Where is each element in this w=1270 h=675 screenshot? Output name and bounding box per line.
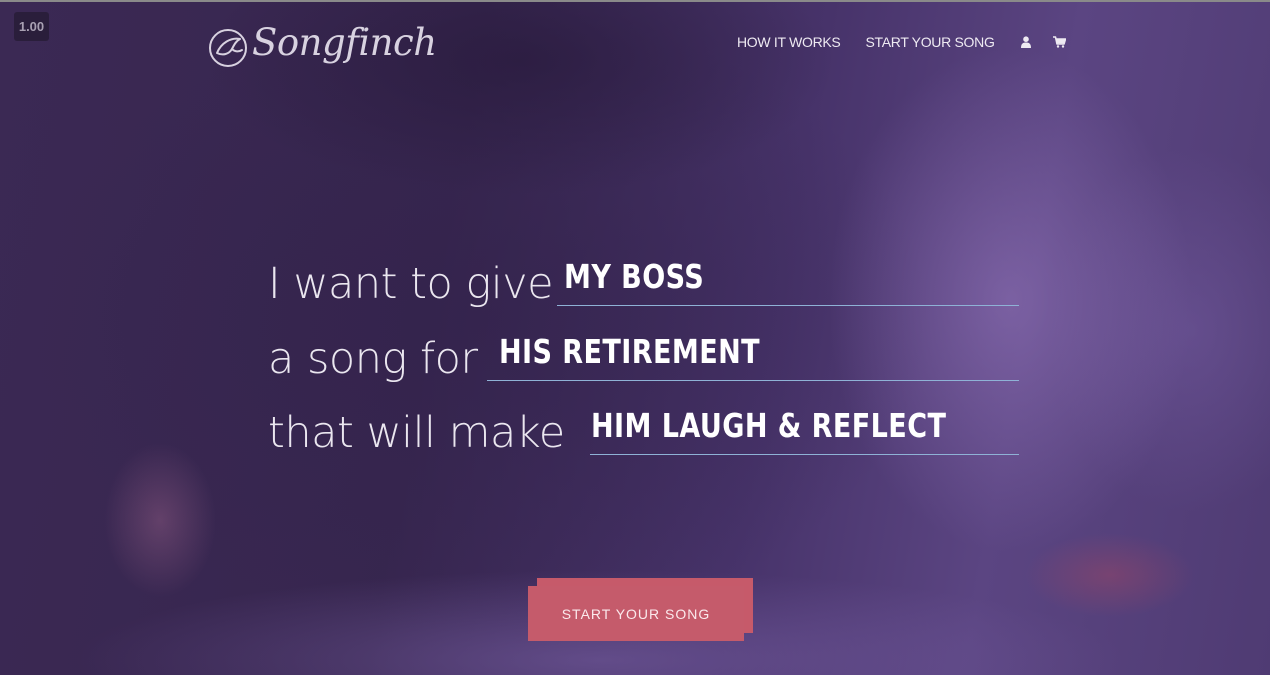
prompt-phrase: a song for [268, 334, 478, 384]
bird-circle-icon [209, 29, 247, 67]
top-navigation: HOW IT WORKS START YOUR SONG [737, 33, 1066, 51]
brand-wordmark: Songfinch [252, 20, 437, 64]
zoom-level-badge: 1.00 [14, 12, 49, 41]
feeling-value: HIM LAUGH & REFLECT [591, 406, 947, 445]
cta-label: START YOUR SONG [561, 605, 711, 622]
song-prompt-line-feeling: that will make HIM LAUGH & REFLECT [268, 393, 1019, 458]
window-top-border [0, 0, 1270, 2]
song-prompt-line-recipient: I want to give MY BOSS [268, 244, 1019, 309]
cart-icon[interactable] [1052, 36, 1066, 48]
prompt-phrase: I want to give [268, 259, 554, 309]
recipient-value: MY BOSS [564, 257, 705, 296]
cta-button-face[interactable]: START YOUR SONG [528, 586, 744, 641]
nav-how-it-works-link[interactable]: HOW IT WORKS [737, 34, 841, 50]
start-your-song-button[interactable]: START YOUR SONG [528, 578, 753, 641]
occasion-value: HIS RETIREMENT [499, 332, 761, 371]
occasion-input[interactable]: HIS RETIREMENT [487, 319, 1019, 381]
feeling-input[interactable]: HIM LAUGH & REFLECT [590, 393, 1019, 455]
user-icon[interactable] [1020, 36, 1031, 48]
song-prompt-line-occasion: a song for HIS RETIREMENT [268, 319, 1019, 384]
brand-logo[interactable]: Songfinch [207, 18, 437, 74]
prompt-phrase: that will make [268, 408, 565, 458]
nav-start-your-song-link[interactable]: START YOUR SONG [865, 34, 994, 50]
recipient-input[interactable]: MY BOSS [557, 244, 1019, 306]
